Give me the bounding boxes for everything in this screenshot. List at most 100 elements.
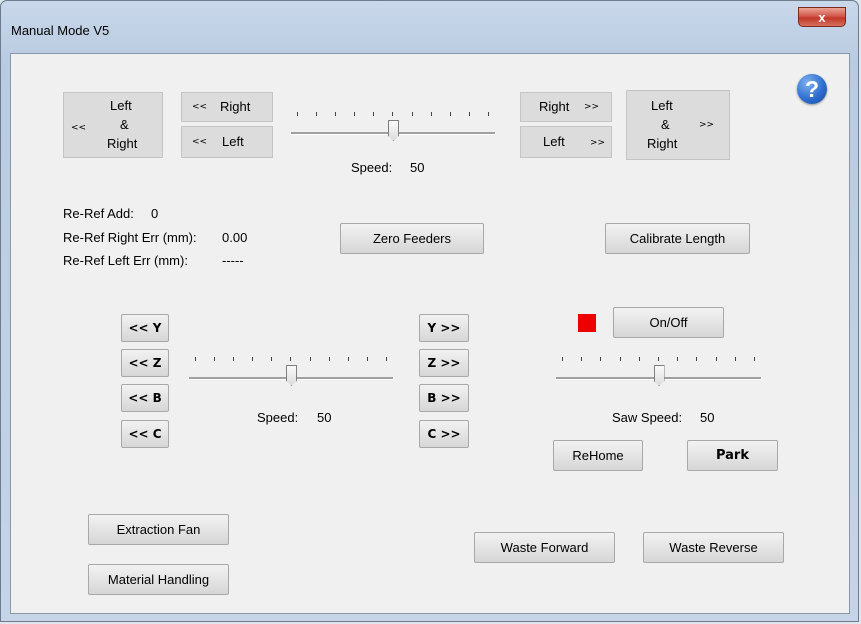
slider-tick: [347, 357, 349, 361]
b-back-button[interactable]: << B: [121, 384, 169, 412]
reref-right-err-label: Re-Ref Right Err (mm):: [63, 230, 197, 245]
slider-tick: [619, 357, 621, 361]
axis-speed-slider[interactable]: [189, 357, 393, 397]
slider-tick: [753, 357, 755, 361]
slider-tick: [581, 357, 583, 361]
on-off-button[interactable]: On/Off: [613, 307, 724, 338]
arrow-right-icon: >>: [584, 102, 600, 112]
slider-tick: [734, 357, 736, 361]
client-area: ? << Left & Right << Right << Left Speed…: [10, 53, 850, 614]
feed-speed-slider[interactable]: [291, 112, 495, 152]
slider-tick: [373, 112, 375, 116]
park-button[interactable]: Park: [687, 440, 778, 471]
slider-tick: [600, 357, 602, 361]
close-button[interactable]: x: [798, 7, 846, 27]
left-right-forward-button[interactable]: Left & Right >>: [626, 90, 730, 160]
arrow-left-icon: <<: [192, 137, 208, 147]
slider-tick: [677, 357, 679, 361]
slider-ticks: [195, 357, 387, 363]
reref-left-err-label: Re-Ref Left Err (mm):: [63, 253, 188, 268]
saw-status-indicator: [578, 314, 596, 332]
saw-speed-slider[interactable]: [556, 357, 761, 397]
waste-reverse-button[interactable]: Waste Reverse: [643, 532, 784, 563]
left-label: Left: [110, 98, 132, 113]
left-right-back-button[interactable]: << Left & Right: [63, 92, 163, 158]
slider-tick: [696, 357, 698, 361]
slider-tick: [638, 357, 640, 361]
arrow-right-icon: >>: [699, 120, 715, 130]
slider-tick: [385, 357, 387, 361]
feed-speed-value: 50: [410, 160, 425, 175]
waste-forward-button[interactable]: Waste Forward: [474, 532, 615, 563]
y-back-button[interactable]: << Y: [121, 314, 169, 342]
z-back-button[interactable]: << Z: [121, 349, 169, 377]
title-bar[interactable]: Manual Mode V5 x: [1, 1, 858, 53]
slider-tick: [290, 357, 292, 361]
axis-speed-label: Speed:: [257, 410, 299, 425]
z-forward-button[interactable]: Z >>: [419, 349, 469, 377]
ampersand-label: &: [661, 117, 670, 132]
right-label: Right: [647, 136, 678, 151]
c-forward-button[interactable]: C >>: [419, 420, 469, 448]
calibrate-length-button[interactable]: Calibrate Length: [605, 223, 750, 254]
right-label: Right: [107, 136, 138, 151]
arrow-right-icon: >>: [590, 138, 606, 148]
help-icon[interactable]: ?: [797, 74, 827, 104]
button-label: Left: [543, 134, 565, 149]
right-forward-button[interactable]: Right >>: [520, 92, 612, 122]
c-back-button[interactable]: << C: [121, 420, 169, 448]
slider-tick: [233, 357, 235, 361]
axis-speed-value: 50: [317, 410, 332, 425]
reref-right-err-value: 0.00: [222, 230, 248, 245]
slider-tick: [309, 357, 311, 361]
slider-ticks: [297, 112, 489, 118]
slider-tick: [468, 112, 470, 116]
slider-tick: [297, 112, 298, 116]
button-label: Right: [539, 99, 570, 114]
reref-left-err-value: -----: [222, 253, 244, 268]
slider-tick: [316, 112, 318, 116]
left-label: Left: [651, 98, 673, 113]
slider-thumb[interactable]: [653, 365, 665, 386]
button-label: Right: [220, 99, 251, 114]
saw-speed-value: 50: [700, 410, 715, 425]
slider-tick: [392, 112, 394, 116]
manual-mode-window: Manual Mode V5 x ? << Left & Right << Ri…: [0, 0, 859, 622]
left-back-button[interactable]: << Left: [181, 126, 273, 158]
slider-tick: [449, 112, 451, 116]
y-forward-button[interactable]: Y >>: [419, 314, 469, 342]
window-title: Manual Mode V5: [11, 23, 110, 38]
ampersand-label: &: [120, 117, 129, 132]
saw-speed-label: Saw Speed:: [612, 410, 683, 425]
arrow-left-icon: <<: [71, 123, 87, 133]
slider-tick: [328, 357, 330, 361]
material-handling-button[interactable]: Material Handling: [88, 564, 229, 595]
reref-add-value: 0: [151, 206, 159, 221]
slider-tick: [354, 112, 356, 116]
b-forward-button[interactable]: B >>: [419, 384, 469, 412]
slider-tick: [271, 357, 273, 361]
slider-tick: [487, 112, 489, 116]
slider-thumb[interactable]: [388, 120, 399, 141]
reref-add-label: Re-Ref Add:: [63, 206, 134, 221]
slider-thumb[interactable]: [286, 365, 297, 386]
slider-tick: [411, 112, 413, 116]
slider-ticks: [562, 357, 755, 363]
button-label: Left: [222, 134, 244, 149]
slider-tick: [214, 357, 216, 361]
left-forward-button[interactable]: Left >>: [520, 126, 612, 158]
arrow-left-icon: <<: [192, 102, 208, 112]
rehome-button[interactable]: ReHome: [553, 440, 643, 471]
slider-tick: [335, 112, 337, 116]
slider-tick: [195, 357, 196, 361]
feed-speed-label: Speed:: [351, 160, 393, 175]
slider-tick: [430, 112, 432, 116]
slider-tick: [715, 357, 717, 361]
slider-tick: [252, 357, 254, 361]
zero-feeders-button[interactable]: Zero Feeders: [340, 223, 484, 254]
slider-tick: [657, 357, 659, 361]
slider-tick: [366, 357, 368, 361]
slider-tick: [562, 357, 563, 361]
right-back-button[interactable]: << Right: [181, 92, 273, 122]
extraction-fan-button[interactable]: Extraction Fan: [88, 514, 229, 545]
